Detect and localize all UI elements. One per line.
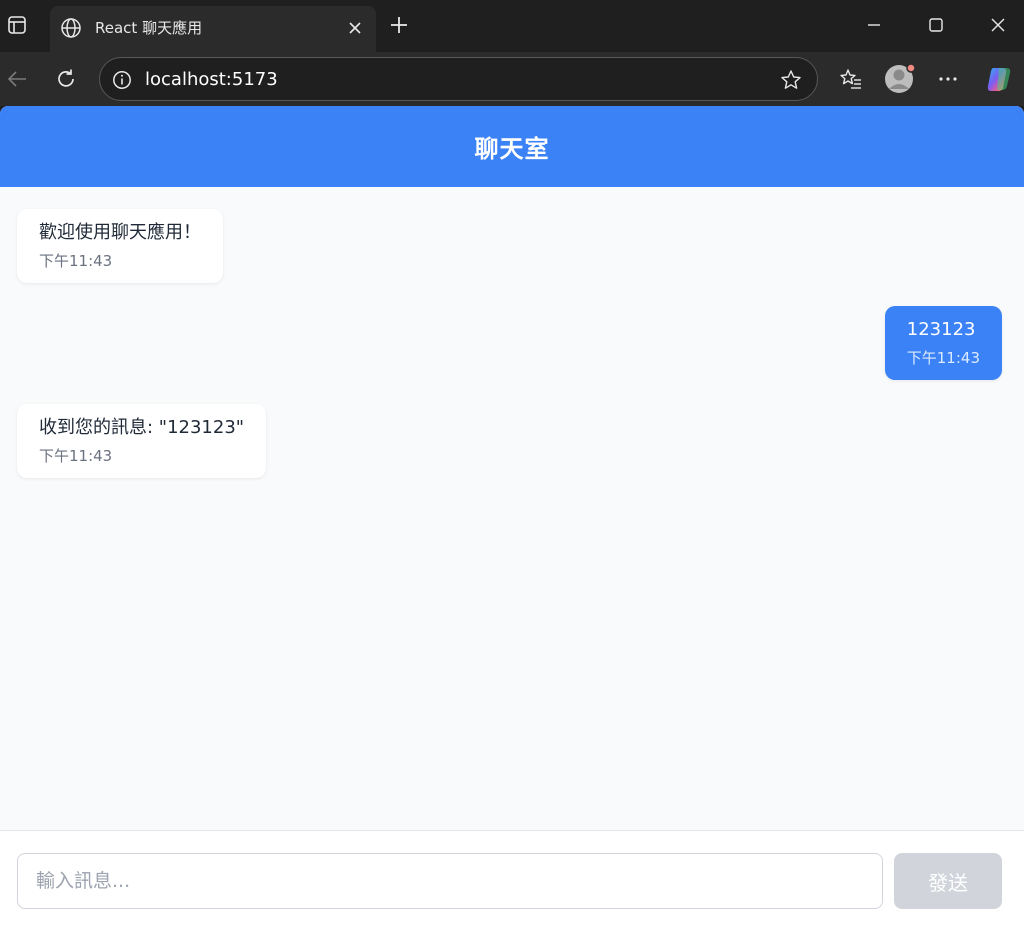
url-text: localhost:5173 (145, 69, 278, 90)
message-time: 下午11:43 (906, 349, 980, 367)
close-icon[interactable] (346, 19, 364, 37)
message-text: 歡迎使用聊天應用！ (39, 222, 201, 243)
message-text: 收到您的訊息: "123123" (39, 417, 245, 438)
message-time: 下午11:43 (39, 447, 113, 465)
maximize-icon[interactable] (923, 12, 949, 38)
message-bubble-user: 123123 下午11:43 (884, 306, 1002, 380)
more-options-icon[interactable] (935, 66, 961, 92)
browser-toolbar: localhost:5173 (0, 52, 1024, 106)
chat-title: 聊天室 (474, 135, 550, 163)
favorite-star-icon[interactable] (780, 69, 802, 91)
browser-titlebar: React 聊天應用 (0, 0, 1024, 52)
message-bubble-bot: 收到您的訊息: "123123" 下午11:43 (17, 404, 267, 478)
copilot-icon[interactable] (984, 64, 1014, 94)
window-close-icon[interactable] (985, 12, 1011, 38)
message-input[interactable] (17, 853, 883, 909)
info-icon[interactable] (112, 70, 132, 90)
message-bubble-bot: 歡迎使用聊天應用！ 下午11:43 (17, 209, 223, 283)
chat-header: 聊天室 (0, 106, 1024, 187)
refresh-icon[interactable] (53, 66, 79, 92)
browser-tab[interactable]: React 聊天應用 (50, 6, 376, 52)
tab-title: React 聊天應用 (95, 19, 203, 37)
message-composer: 發送 (0, 830, 1024, 929)
globe-icon (61, 18, 81, 38)
address-bar[interactable]: localhost:5173 (99, 57, 818, 101)
send-button[interactable]: 發送 (894, 853, 1002, 909)
chat-app: 聊天室 歡迎使用聊天應用！ 下午11:43 123123 下午11:43 收到您… (0, 106, 1024, 929)
message-list[interactable]: 歡迎使用聊天應用！ 下午11:43 123123 下午11:43 收到您的訊息:… (0, 187, 1024, 830)
favorites-icon[interactable] (838, 66, 864, 92)
minimize-icon[interactable] (861, 12, 887, 38)
new-tab-icon[interactable] (388, 14, 410, 36)
back-arrow-icon[interactable] (4, 66, 30, 92)
profile-avatar-icon[interactable] (884, 63, 916, 95)
tab-actions-icon[interactable] (6, 14, 28, 36)
message-time: 下午11:43 (39, 252, 113, 270)
message-text: 123123 (906, 319, 976, 340)
